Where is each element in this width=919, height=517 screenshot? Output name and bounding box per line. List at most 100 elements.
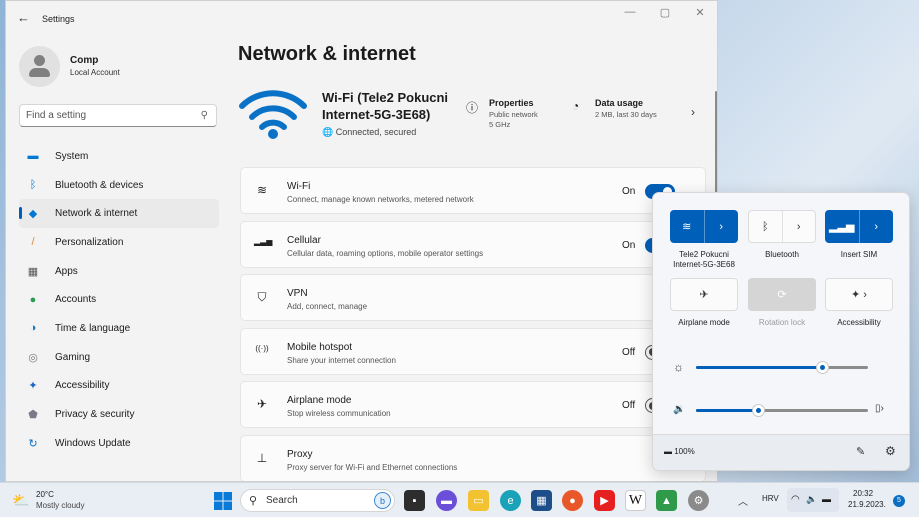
notification-badge[interactable]: 5 [893, 495, 905, 507]
info-icon: ⓘ [466, 101, 479, 115]
quick-settings-footer: ▬ 100% ✎ ⚙ [653, 434, 909, 470]
volume-slider[interactable] [696, 405, 868, 416]
accounts-icon: ● [29, 293, 37, 306]
bluetooth-icon: ᛒ [761, 220, 769, 233]
quick-tile-label: Airplane mode [678, 318, 730, 327]
chevron-right-icon[interactable]: › [691, 105, 695, 119]
sidebar-item-personalization[interactable]: / Personalization [19, 228, 219, 257]
microsoft-store-icon[interactable]: ▦ [531, 490, 552, 511]
search-input[interactable]: Find a setting ⚲ [19, 104, 217, 127]
sidebar-item-label: Time & language [55, 322, 131, 334]
clock-time[interactable]: 20:32 [853, 489, 873, 498]
sidebar-item-bluetooth-devices[interactable]: ᛒ Bluetooth & devices [19, 171, 219, 200]
settings-gear-icon[interactable]: ⚙ [885, 444, 896, 458]
update-icon: ↻ [28, 437, 38, 450]
firefox-icon[interactable]: ● [562, 490, 583, 511]
setting-row-title: Proxy [287, 448, 313, 460]
start-button[interactable] [212, 490, 233, 511]
back-arrow-icon[interactable]: ← [17, 10, 30, 25]
network-name: Wi-Fi (Tele2 Pokucni Internet-5G-3E68) [322, 90, 449, 122]
setting-row-state: Off [622, 346, 636, 358]
account-name: Comp [70, 55, 99, 66]
sidebar-item-label: Apps [55, 265, 78, 277]
search-placeholder: Find a setting [26, 110, 87, 121]
brush-icon: / [31, 236, 35, 249]
sidebar-item-privacy-security[interactable]: ⬟ Privacy & security [19, 400, 219, 429]
gamepad-icon: ◎ [28, 351, 38, 364]
data-usage-link[interactable]: ◔ Data usage 2 MB, last 30 days [572, 98, 657, 120]
sidebar-item-apps[interactable]: ▦ Apps [19, 257, 219, 286]
chevron-up-icon[interactable]: ︿ [738, 493, 748, 508]
brightness-thumb[interactable] [816, 362, 828, 373]
setting-row-state: On [622, 239, 636, 251]
hotspot-icon: ((·)) [255, 343, 269, 353]
wikipedia-icon[interactable]: W [625, 490, 646, 511]
quick-tile-cellular[interactable]: ▂▃▅ › [825, 210, 893, 243]
clock-date[interactable]: 21.9.2023. [848, 500, 886, 509]
chevron-right-icon[interactable]: › [781, 211, 816, 242]
brightness-slider[interactable] [696, 362, 868, 373]
app-title: Settings [42, 14, 75, 24]
teams-chat-icon[interactable]: ▬ [436, 490, 457, 511]
window-controls: — ▢ ✕ [623, 6, 707, 19]
apps-icon: ▦ [27, 265, 39, 278]
setting-row-title: Cellular [287, 234, 321, 246]
setting-row-vpn[interactable]: ⛉ VPN Add, connect, manage [240, 274, 706, 321]
network-icon: ◆ [28, 208, 38, 221]
battery-icon: ▬ [664, 447, 672, 456]
sidebar-item-accessibility[interactable]: ✦ Accessibility [19, 372, 219, 401]
shield-icon: ⬟ [28, 409, 38, 422]
quick-tile-accessibility[interactable]: ✦ › [825, 278, 893, 311]
language-indicator[interactable]: HRV [762, 494, 779, 503]
setting-row-title: Wi-Fi [287, 181, 311, 192]
audio-output-icon[interactable]: ▯› [875, 403, 884, 414]
setting-row-mobile-hotspot[interactable]: ((·)) Mobile hotspot Share your internet c… [240, 327, 706, 375]
quick-tile-bluetooth[interactable]: ᛒ › [748, 210, 816, 243]
setting-row-cellular[interactable]: ▂▃▅ Cellular Cellular data, roaming option… [240, 220, 706, 268]
sidebar-item-time-language[interactable]: ◑ Time & language [19, 314, 219, 343]
wifi-tray-icon: ◠ [791, 494, 800, 505]
minimize-button[interactable]: — [623, 6, 637, 19]
setting-row-wi-fi[interactable]: ≋ Wi-Fi Connect, manage known networks, me… [240, 167, 706, 214]
sidebar-item-windows-update[interactable]: ↻ Windows Update [19, 429, 219, 458]
close-button[interactable]: ✕ [693, 6, 707, 19]
quick-tile-label: Bluetooth [765, 250, 799, 259]
battery-indicator[interactable]: ▬ 100% [664, 447, 695, 456]
data-usage-amount: 2 MB, last 30 days [595, 110, 657, 119]
setting-row-proxy[interactable]: ⊥ Proxy Proxy server for Wi-Fi and Etherne… [240, 434, 706, 481]
data-usage-icon: ◔ [572, 99, 580, 113]
properties-link[interactable]: ⓘ Properties Public network 5 GHz [466, 98, 538, 130]
settings-app-icon[interactable]: ⚙ [688, 490, 709, 511]
quick-tile-rotation-lock[interactable]: ⟳ [748, 278, 816, 311]
sidebar-item-system[interactable]: ▬ System [19, 142, 219, 171]
image-viewer-icon[interactable]: ▲ [656, 490, 677, 511]
setting-row-state: On [622, 186, 636, 197]
maximize-button[interactable]: ▢ [658, 6, 672, 19]
taskbar-search[interactable]: ⚲ Search b [240, 489, 395, 512]
setting-row-airplane-mode[interactable]: ✈ Airplane mode Stop wireless communicatio… [240, 381, 706, 428]
quick-tile-wifi[interactable]: ≋ › [670, 210, 738, 243]
globe-clock-icon: ◑ [29, 322, 37, 335]
system-icon: ▬ [27, 150, 39, 163]
sidebar-item-gaming[interactable]: ◎ Gaming [19, 343, 219, 372]
volume-thumb[interactable] [752, 405, 764, 416]
weather-cloud-sun-icon: ⛅ [12, 492, 30, 508]
quick-tile-airplane[interactable]: ✈ [670, 278, 738, 311]
youtube-icon[interactable]: ▶ [594, 490, 615, 511]
setting-row-title: Airplane mode [287, 395, 352, 406]
edge-icon[interactable]: e [500, 490, 521, 511]
setting-row-description: Share your internet connection [287, 355, 396, 365]
network-volume-battery-group[interactable]: ◠ 🔈 ▬ [787, 488, 839, 512]
connection-status-text: Connected, secured [335, 127, 417, 137]
chevron-right-icon[interactable]: › [703, 210, 739, 243]
sidebar-item-network-internet[interactable]: ◆ Network & internet [19, 199, 219, 229]
sidebar-item-label: Gaming [55, 351, 91, 363]
sidebar-item-label: Personalization [55, 236, 124, 248]
task-view-icon[interactable]: ▪ [404, 490, 425, 511]
sidebar-item-accounts[interactable]: ● Accounts [19, 285, 219, 314]
file-explorer-icon[interactable]: ▭ [468, 490, 489, 511]
edit-pencil-icon[interactable]: ✎ [856, 445, 865, 458]
chevron-right-icon[interactable]: › [858, 210, 894, 243]
volume-icon[interactable]: 🔉 [673, 404, 685, 415]
properties-title: Properties [489, 98, 534, 108]
